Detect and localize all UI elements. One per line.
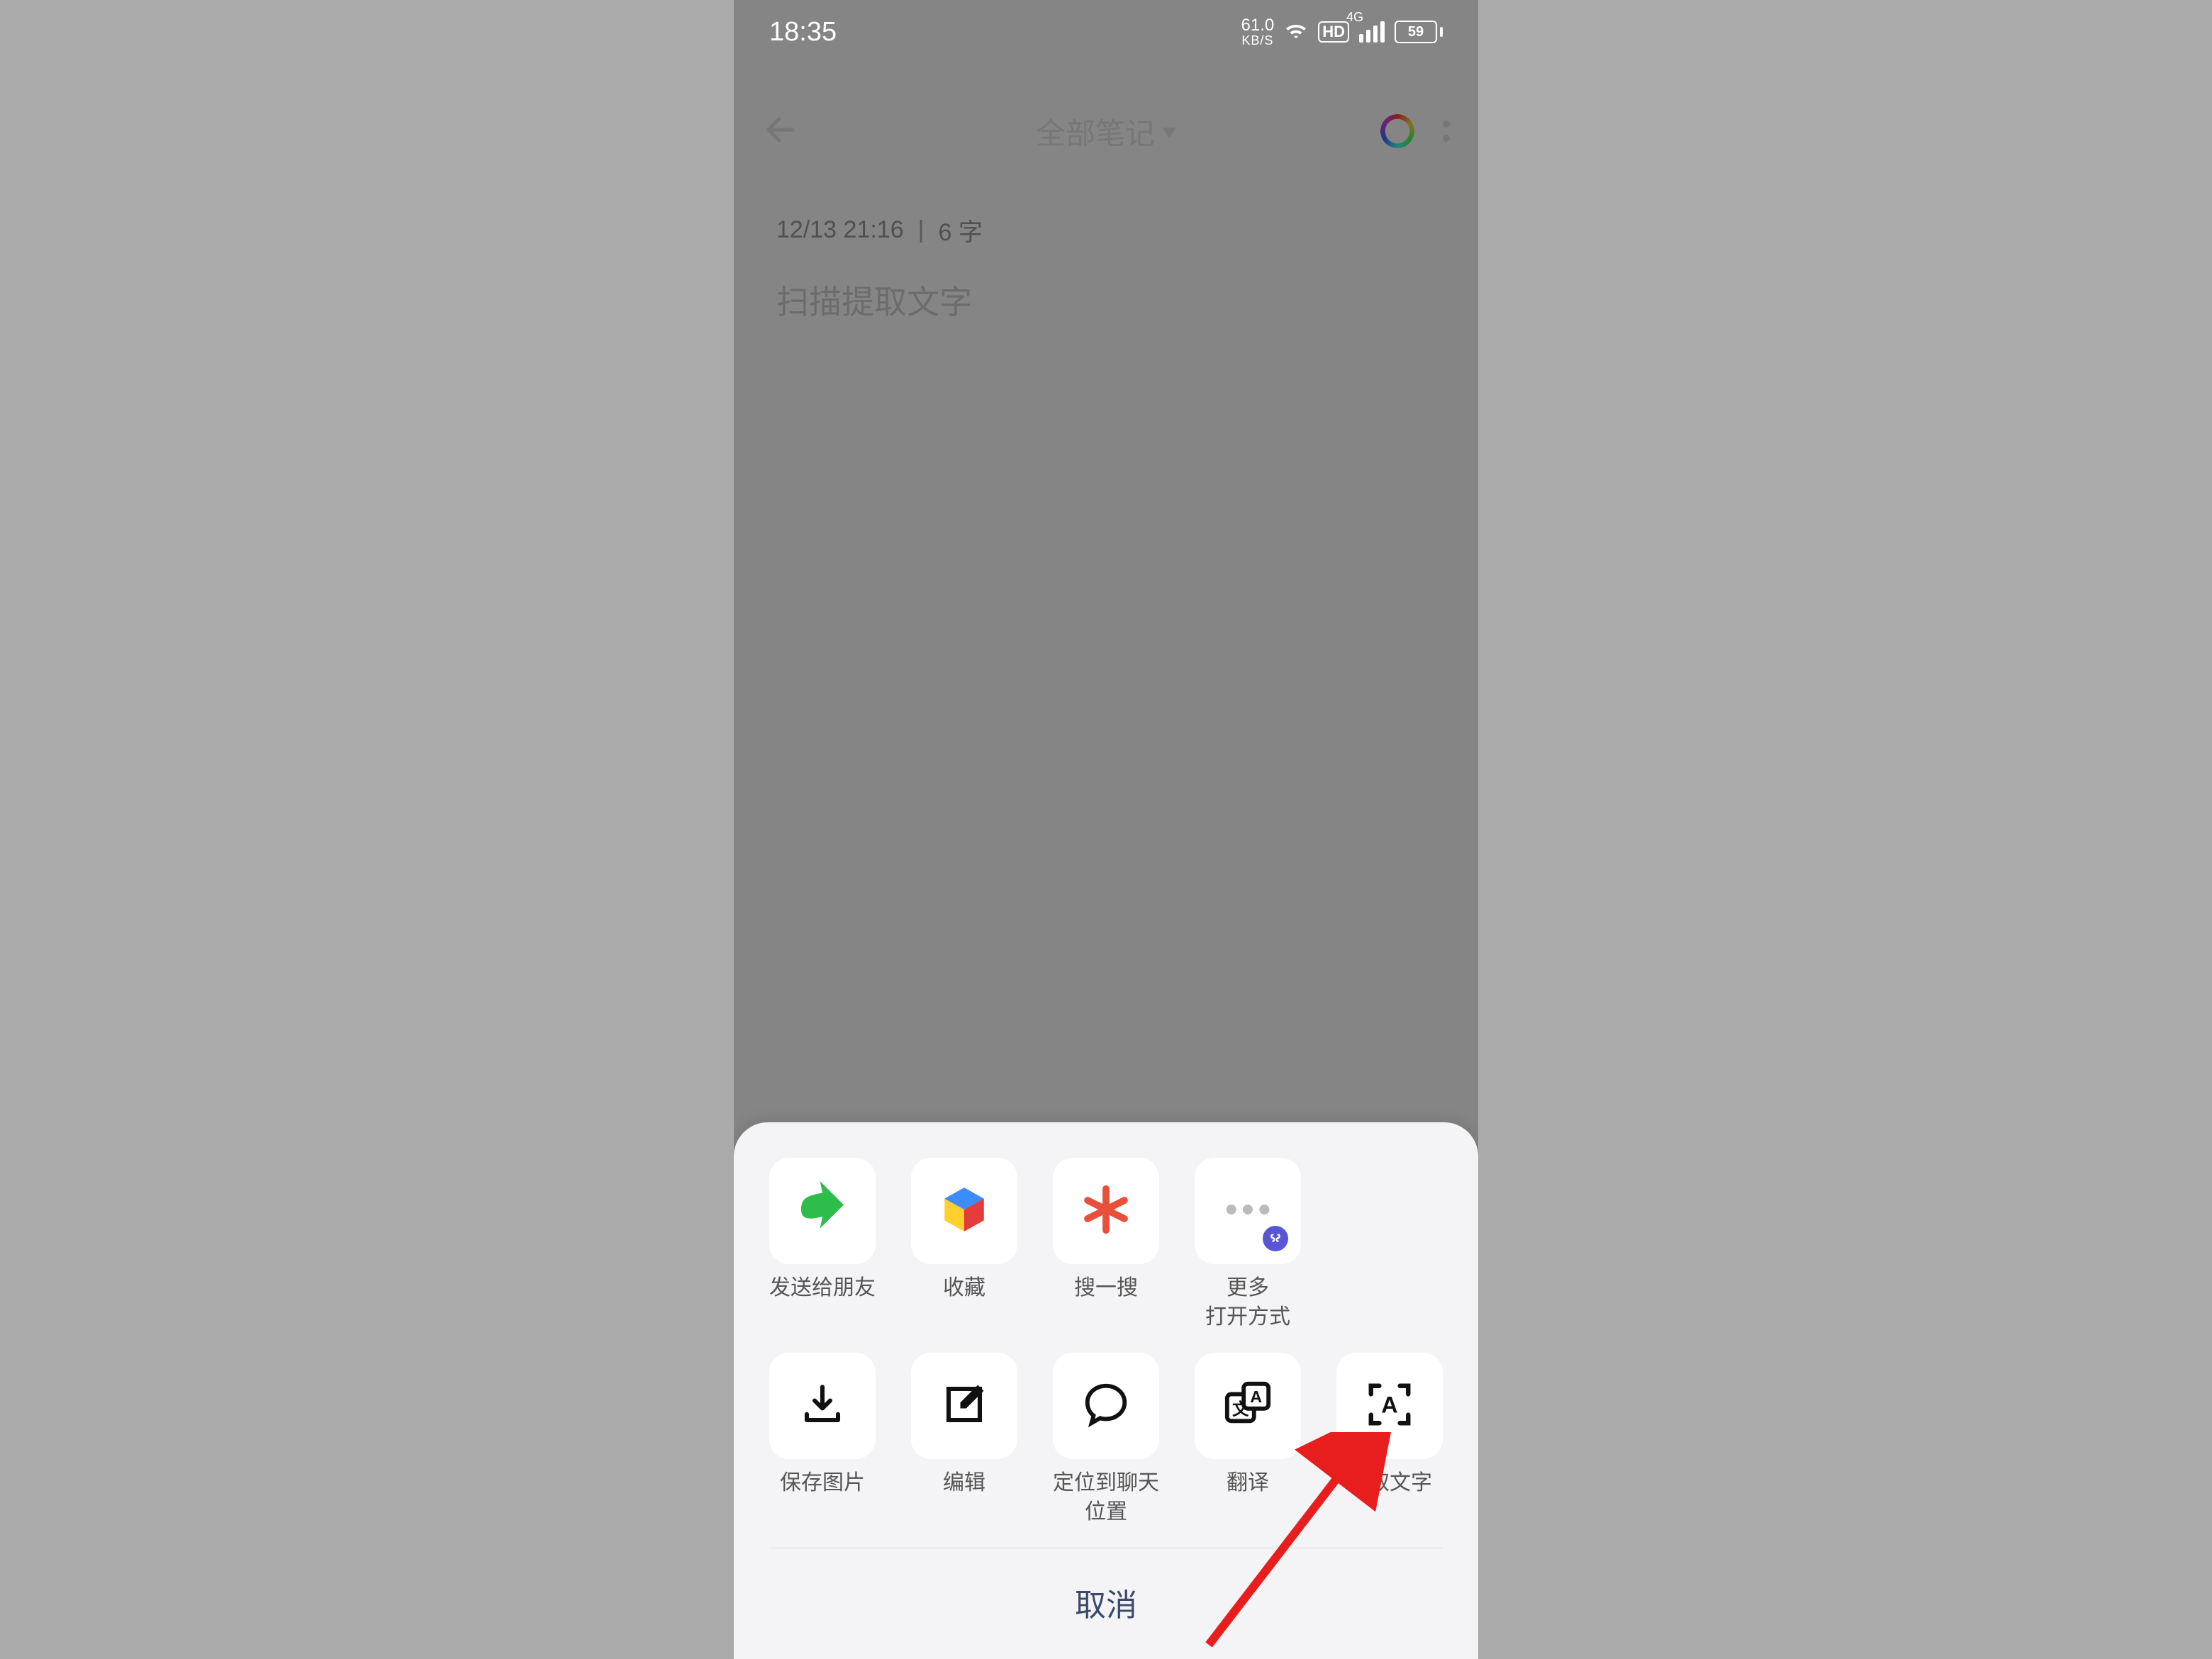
ocr-icon: A	[1365, 1380, 1414, 1433]
edit-icon	[941, 1381, 988, 1431]
sheet-row-1: 发送给朋友 收藏	[762, 1158, 1450, 1331]
tile-translate[interactable]: 文 A 翻译	[1188, 1353, 1308, 1526]
tile-more-open[interactable]: 更多 打开方式	[1188, 1158, 1308, 1331]
chat-bubble-icon	[1081, 1380, 1131, 1433]
tile-search[interactable]: 搜一搜	[1046, 1158, 1166, 1331]
more-open-icon	[1223, 1199, 1273, 1224]
sheet-row-2: 保存图片 编辑 定位到聊天 位置	[762, 1353, 1450, 1526]
cancel-button[interactable]: 取消	[762, 1548, 1450, 1659]
miniprogram-badge-icon	[1263, 1226, 1288, 1251]
tile-extract-text[interactable]: A 提取文字	[1329, 1353, 1450, 1526]
tile-locate-chat[interactable]: 定位到聊天 位置	[1046, 1353, 1166, 1526]
translate-icon: 文 A	[1223, 1380, 1273, 1433]
download-icon	[799, 1381, 846, 1431]
tile-favorite[interactable]: 收藏	[904, 1158, 1024, 1331]
tile-send-friend[interactable]: 发送给朋友	[762, 1158, 883, 1331]
svg-text:A: A	[1250, 1387, 1262, 1406]
search-spark-icon	[1078, 1182, 1134, 1241]
status-bar-overlay: 18:35 61.0KB/S HD 4G 59	[734, 0, 1478, 64]
phone-frame: 18:35 61.0 KB/S HD 4G 59	[734, 0, 1478, 1659]
share-arrow-icon	[794, 1181, 851, 1241]
tile-save-image[interactable]: 保存图片	[762, 1353, 883, 1526]
svg-text:A: A	[1381, 1392, 1397, 1417]
favorite-cube-icon	[938, 1183, 990, 1239]
tile-edit[interactable]: 编辑	[904, 1353, 1024, 1526]
action-sheet: 发送给朋友 收藏	[734, 1122, 1478, 1659]
